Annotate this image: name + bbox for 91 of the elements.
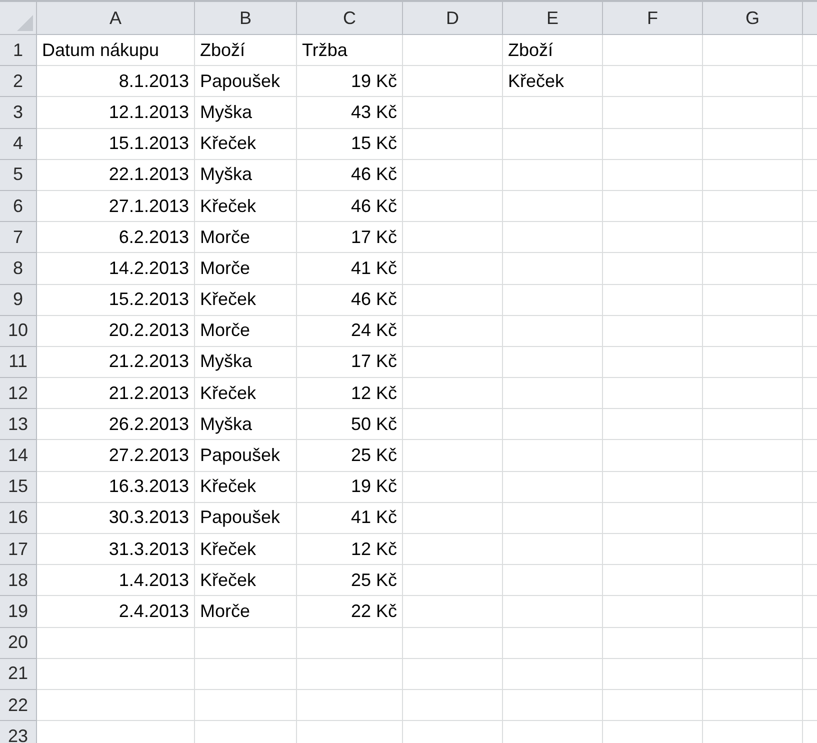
table-cell: 15.1.2013: [37, 128, 195, 160]
table-cell: 24 Kč: [297, 316, 403, 347]
row-header[interactable]: 19: [0, 596, 37, 628]
table-cell: Morče: [195, 253, 297, 284]
table-cell: 31.3.2013: [37, 534, 195, 566]
table-cell: Křeček: [195, 190, 297, 222]
row-header[interactable]: 2: [0, 66, 37, 98]
column-header[interactable]: D: [403, 2, 503, 35]
column-header[interactable]: F: [603, 2, 703, 35]
table-cell: Křeček: [195, 128, 297, 160]
table-cell: 12 Kč: [297, 378, 403, 410]
row-header[interactable]: 6: [0, 190, 37, 222]
row-header[interactable]: 3: [0, 97, 37, 129]
column-header[interactable]: C: [297, 2, 403, 35]
table-cell: 50 Kč: [297, 409, 403, 440]
row-header[interactable]: 10: [0, 316, 37, 347]
table-cell: 17 Kč: [297, 222, 403, 254]
table-cell: 12 Kč: [297, 534, 403, 566]
row-header[interactable]: 14: [0, 440, 37, 472]
table-cell: 14.2.2013: [37, 253, 195, 284]
row-header[interactable]: 22: [0, 690, 37, 722]
row-header[interactable]: 11: [0, 346, 37, 378]
table-cell: Datum nákupu: [37, 35, 195, 66]
row-header[interactable]: 16: [0, 502, 37, 534]
corner-triangle-icon: [17, 15, 33, 31]
column-header[interactable]: A: [37, 2, 195, 35]
table-cell: 27.2.2013: [37, 440, 195, 472]
table-cell: 21.2.2013: [37, 346, 195, 378]
row-header[interactable]: 9: [0, 284, 37, 316]
table-cell: 22 Kč: [297, 596, 403, 628]
table-cell: 30.3.2013: [37, 502, 195, 534]
table-cell: Papoušek: [195, 66, 297, 98]
table-cell: 20.2.2013: [37, 316, 195, 347]
row-header[interactable]: 7: [0, 222, 37, 254]
table-cell: Myška: [195, 160, 297, 191]
table-cell: 15.2.2013: [37, 284, 195, 316]
table-cell: 43 Kč: [297, 97, 403, 129]
row-header[interactable]: 18: [0, 565, 37, 596]
table-cell: 41 Kč: [297, 502, 403, 534]
column-header[interactable]: E: [503, 2, 603, 35]
table-cell: Křeček: [195, 534, 297, 566]
table-cell: Morče: [195, 316, 297, 347]
table-cell: 2.4.2013: [37, 596, 195, 628]
row-header[interactable]: 8: [0, 253, 37, 284]
row-header[interactable]: 23: [0, 721, 37, 743]
row-header[interactable]: 5: [0, 160, 37, 191]
table-cell: Křeček: [195, 378, 297, 410]
table-cell: Zboží: [503, 35, 603, 66]
table-cell: 21.2.2013: [37, 378, 195, 410]
table-cell: 22.1.2013: [37, 160, 195, 191]
row-header[interactable]: 15: [0, 472, 37, 503]
table-cell: 19 Kč: [297, 66, 403, 98]
table-cell: 46 Kč: [297, 190, 403, 222]
table-cell: Zboží: [195, 35, 297, 66]
table-cell: Tržba: [297, 35, 403, 66]
table-cell: 46 Kč: [297, 284, 403, 316]
table-cell: 19 Kč: [297, 472, 403, 503]
row-header[interactable]: 1: [0, 35, 37, 66]
row-header[interactable]: 13: [0, 409, 37, 440]
table-cell: 12.1.2013: [37, 97, 195, 129]
row-header[interactable]: 4: [0, 128, 37, 160]
table-cell: 15 Kč: [297, 128, 403, 160]
table-cell: 46 Kč: [297, 160, 403, 191]
table-cell: 17 Kč: [297, 346, 403, 378]
column-header[interactable]: B: [195, 2, 297, 35]
table-cell: Myška: [195, 409, 297, 440]
table-cell: 41 Kč: [297, 253, 403, 284]
table-cell: 1.4.2013: [37, 565, 195, 596]
table-cell: 6.2.2013: [37, 222, 195, 254]
table-cell: 27.1.2013: [37, 190, 195, 222]
table-cell: 16.3.2013: [37, 472, 195, 503]
row-header[interactable]: 21: [0, 658, 37, 690]
table-cell: Myška: [195, 346, 297, 378]
table-cell: 25 Kč: [297, 565, 403, 596]
table-cell: Papoušek: [195, 440, 297, 472]
table-cell: Křeček: [195, 284, 297, 316]
row-header[interactable]: 20: [0, 628, 37, 659]
table-cell: 26.2.2013: [37, 409, 195, 440]
table-cell: Křeček: [195, 565, 297, 596]
table-cell: Křeček: [503, 66, 603, 98]
table-cell: Papoušek: [195, 502, 297, 534]
row-header[interactable]: 12: [0, 378, 37, 410]
column-header[interactable]: G: [703, 2, 803, 35]
select-all-corner[interactable]: [0, 2, 37, 35]
table-cell: Myška: [195, 97, 297, 129]
table-cell: Morče: [195, 222, 297, 254]
table-cell: 25 Kč: [297, 440, 403, 472]
row-header[interactable]: 17: [0, 534, 37, 566]
table-cell: 8.1.2013: [37, 66, 195, 98]
table-cell: Morče: [195, 596, 297, 628]
table-cell: Křeček: [195, 472, 297, 503]
